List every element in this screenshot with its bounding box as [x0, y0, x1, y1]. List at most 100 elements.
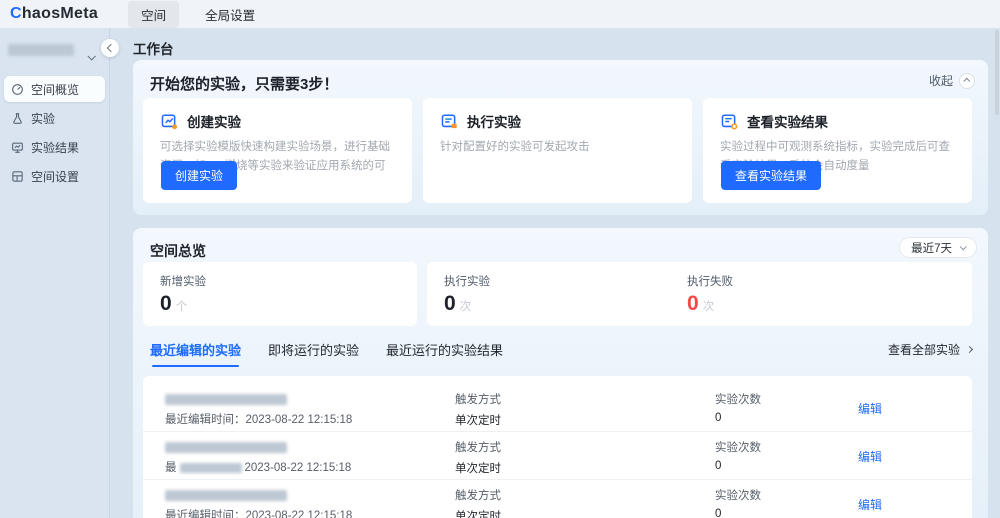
step-title: 查看实验结果	[747, 115, 828, 130]
edit-link[interactable]: 编辑	[858, 496, 882, 513]
step-description: 针对配置好的实验可发起攻击	[440, 141, 590, 153]
edited-time: 最近编辑时间：2023-08-22 12:15:18	[165, 411, 352, 427]
chaosmeta-logo: ChaosMeta	[10, 5, 98, 23]
date-range-select[interactable]: 最近7天	[899, 237, 977, 258]
sidebar-item-experiments[interactable]: 实验	[4, 105, 105, 131]
result-monitor-icon	[12, 142, 23, 153]
count-value: 0	[715, 508, 722, 518]
step-card-create: 创建实验 可选择实验模版快速构建实验场景，进行基础资源，如cpu燃烧等实验来验证…	[143, 98, 412, 203]
layout-settings-icon	[12, 170, 23, 182]
step-card-header: 创建实验	[160, 111, 395, 131]
sidebar-item-label: 空间设置	[31, 169, 80, 184]
workspace-selector[interactable]	[0, 28, 109, 68]
stat-executed: 执行实验 0次	[444, 273, 490, 316]
collapse-control[interactable]: 收起	[929, 72, 975, 89]
edited-time-label: 最	[165, 462, 177, 474]
count-label: 实验次数	[715, 490, 761, 502]
stat-unit: 个	[175, 301, 188, 313]
create-experiment-icon	[161, 113, 178, 129]
vertical-scrollbar[interactable]	[995, 30, 999, 115]
edited-time-label: 最近编辑时间：	[165, 510, 246, 518]
trigger-value: 单次定时	[455, 463, 501, 475]
experiments-table: 最近编辑时间：2023-08-22 12:15:18 触发方式 单次定时 实验次…	[143, 376, 972, 518]
edit-link[interactable]: 编辑	[858, 400, 882, 417]
gauge-icon	[12, 83, 23, 95]
overview-title: 空间总览	[150, 243, 206, 259]
sidebar-item-experiment-results[interactable]: 实验结果	[4, 134, 105, 160]
edited-time-value: 2023-08-22 12:15:18	[245, 510, 353, 518]
experiment-name-redacted	[165, 394, 287, 405]
view-results-button[interactable]: 查看实验结果	[721, 161, 822, 190]
stat-value: 0	[160, 292, 172, 315]
stat-label: 执行实验	[444, 276, 490, 288]
nav-item-space[interactable]: 空间	[128, 0, 180, 28]
sidebar-collapse-button[interactable]	[101, 39, 119, 57]
stat-new-experiments: 新增实验 0个	[160, 273, 206, 316]
step-card-header: 查看实验结果	[720, 111, 955, 131]
flask-icon	[13, 112, 22, 124]
count-column: 实验次数 0	[715, 391, 761, 424]
edited-time-label: 最近编辑时间：	[165, 414, 246, 426]
trigger-label: 触发方式	[455, 490, 501, 502]
view-results-icon	[721, 113, 738, 129]
count-value: 0	[715, 412, 722, 424]
sidebar-item-label: 实验	[31, 111, 56, 126]
create-experiment-button[interactable]: 创建实验	[161, 161, 238, 190]
view-all-label: 查看全部实验	[887, 343, 960, 357]
sidebar-menu: 空间概览 实验 实验结果 空间设置	[0, 76, 109, 189]
tab-recent-results[interactable]: 最近运行的实验结果	[386, 340, 503, 367]
stat-value: 0	[444, 292, 456, 315]
stat-value-danger: 0	[687, 292, 699, 315]
stat-unit: 次	[459, 301, 472, 313]
step-title: 执行实验	[467, 115, 521, 130]
chevron-down-icon[interactable]	[87, 47, 96, 65]
step-card-view-results: 查看实验结果 实验过程中可观测系统指标，实验完成后可查看实验结果，系统会自动度量…	[703, 98, 972, 203]
trigger-value: 单次定时	[455, 511, 501, 518]
trigger-column: 触发方式 单次定时	[455, 391, 501, 428]
experiment-name-redacted	[165, 490, 287, 501]
run-experiment-icon	[441, 113, 457, 128]
onboarding-steps: 创建实验 可选择实验模版快速构建实验场景，进行基础资源，如cpu燃烧等实验来验证…	[143, 98, 972, 203]
page-title: 工作台	[133, 42, 174, 57]
experiments-tabs: 最近编辑的实验 即将运行的实验 最近运行的实验结果	[150, 340, 972, 367]
view-all-experiments-link[interactable]: 查看全部实验	[887, 341, 974, 358]
workspace-name-redacted	[8, 43, 74, 56]
sidebar-item-label: 实验结果	[31, 140, 80, 155]
trigger-label: 触发方式	[455, 394, 501, 406]
table-row[interactable]: 最近编辑时间：2023-08-22 12:15:18 触发方式 单次定时 实验次…	[143, 384, 972, 432]
onboarding-title: 开始您的实验，只需要3步！	[150, 76, 339, 93]
experiments-tabs-row: 最近编辑的实验 即将运行的实验 最近运行的实验结果 查看全部实验	[150, 340, 974, 368]
chevron-down-icon	[959, 243, 967, 251]
count-label: 实验次数	[715, 442, 761, 454]
stat-failed: 执行失败 0次	[687, 273, 733, 316]
tab-recently-edited[interactable]: 最近编辑的实验	[150, 340, 241, 367]
step-card-run: 执行实验 针对配置好的实验可发起攻击	[423, 98, 692, 203]
table-row[interactable]: 最近编辑时间：2023-08-22 12:15:18 触发方式 单次定时 实验次…	[143, 480, 972, 518]
sidebar-item-space-overview[interactable]: 空间概览	[4, 76, 105, 102]
count-column: 实验次数 0	[715, 439, 761, 472]
count-value: 0	[715, 460, 722, 472]
chevron-left-icon	[106, 43, 116, 53]
stat-unit: 次	[702, 301, 715, 313]
sidebar: 空间概览 实验 实验结果 空间设置	[0, 28, 110, 518]
edited-time: 最 2023-08-22 12:15:18	[165, 459, 351, 475]
top-nav-menu: 空间 全局设置	[128, 0, 257, 28]
stat-label: 新增实验	[160, 276, 206, 288]
sidebar-item-space-settings[interactable]: 空间设置	[4, 163, 105, 189]
trigger-column: 触发方式 单次定时	[455, 439, 501, 476]
table-row[interactable]: 最 2023-08-22 12:15:18 触发方式 单次定时 实验次数 0 编辑	[143, 432, 972, 480]
app-window: ChaosMeta 空间 全局设置 空间概览 实验 实验结果 空间设置 工作台 …	[0, 0, 1000, 518]
edited-time-value: 2023-08-22 12:15:18	[245, 414, 353, 426]
trigger-value: 单次定时	[455, 415, 501, 427]
trigger-column: 触发方式 单次定时	[455, 487, 501, 518]
tab-upcoming[interactable]: 即将运行的实验	[268, 340, 359, 367]
step-card-header: 执行实验	[440, 111, 675, 131]
experiment-name-redacted	[165, 442, 287, 453]
collapse-label[interactable]: 收起	[929, 72, 953, 89]
chevron-up-icon[interactable]	[959, 72, 975, 89]
step-title: 创建实验	[187, 115, 241, 130]
trigger-label: 触发方式	[455, 442, 501, 454]
nav-item-global-settings[interactable]: 全局设置	[203, 1, 257, 28]
stat-card-executions: 执行实验 0次 执行失败 0次	[427, 262, 972, 326]
edit-link[interactable]: 编辑	[858, 448, 882, 465]
